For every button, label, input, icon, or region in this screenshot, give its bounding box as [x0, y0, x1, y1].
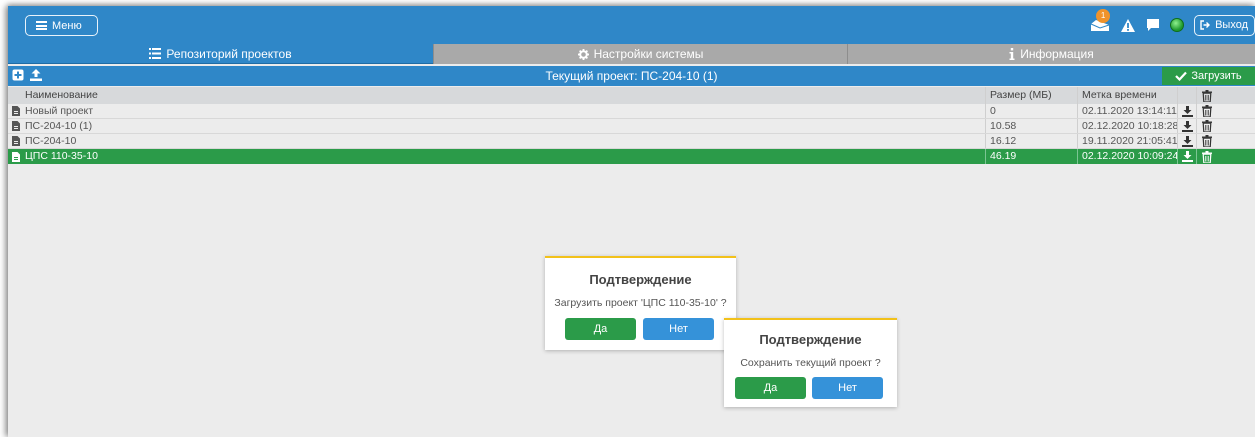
tab-bar: Репозиторий проектов Настройки системы И… — [8, 44, 1255, 64]
table-header: Наименование Размер (МБ) Метка времени — [8, 87, 1255, 104]
logout-button[interactable]: Выход — [1194, 14, 1255, 36]
logout-label: Выход — [1215, 19, 1248, 31]
table-row-selected[interactable]: ЦПС 110-35-10 46.19 02.12.2020 10:09:24.… — [8, 149, 1255, 164]
load-button[interactable]: Загрузить — [1162, 67, 1255, 85]
warning-button[interactable] — [1120, 18, 1136, 33]
confirm-no-button[interactable]: Нет — [643, 318, 714, 340]
warning-icon — [1121, 18, 1136, 32]
download-icon — [1181, 151, 1193, 162]
download-icon — [1181, 135, 1193, 147]
gear-icon — [577, 48, 589, 60]
notification-badge: 1 — [1096, 9, 1111, 23]
hamburger-icon — [36, 21, 47, 30]
chat-icon — [1147, 19, 1160, 31]
menu-button[interactable]: Меню — [25, 15, 98, 36]
list-icon — [149, 48, 162, 59]
project-size: 0 — [986, 104, 1078, 118]
trash-icon — [1201, 89, 1212, 102]
tab-settings[interactable]: Настройки системы — [433, 44, 847, 64]
project-name: Новый проект — [24, 104, 986, 118]
tab-repository[interactable]: Репозиторий проектов — [8, 44, 433, 64]
delete-all-button[interactable] — [1197, 87, 1216, 104]
dialog-title: Подтверждение — [759, 332, 862, 347]
info-icon — [1009, 48, 1015, 60]
status-indicator — [1170, 18, 1185, 32]
file-icon — [8, 149, 24, 164]
download-icon — [1181, 105, 1193, 117]
project-header: Текущий проект: ПС-204-10 (1) Загрузить — [8, 66, 1255, 86]
project-timestamp: 02.12.2020 10:18:28.563 — [1078, 119, 1178, 133]
column-name-header[interactable]: Наименование — [24, 87, 986, 104]
project-timestamp: 19.11.2020 21:05:41.759 — [1078, 134, 1178, 148]
delete-button[interactable] — [1197, 104, 1216, 118]
notification-button[interactable]: 1 — [1090, 9, 1111, 33]
project-name: ПС-204-10 — [24, 134, 986, 148]
confirm-yes-button[interactable]: Да — [565, 318, 636, 340]
project-size: 16.12 — [986, 134, 1078, 148]
delete-button[interactable] — [1197, 119, 1216, 133]
top-bar: Меню 1 Выход — [8, 6, 1255, 44]
table-row[interactable]: ПС-204-10 (1) 10.58 02.12.2020 10:18:28.… — [8, 119, 1255, 134]
project-size: 46.19 — [986, 149, 1078, 164]
project-size: 10.58 — [986, 119, 1078, 133]
delete-button[interactable] — [1197, 134, 1216, 148]
menu-button-label: Меню — [52, 19, 82, 32]
file-icon — [8, 104, 24, 118]
top-icons: 1 Выход — [1090, 6, 1255, 44]
file-icon — [8, 134, 24, 148]
download-icon — [1181, 120, 1193, 132]
tab-info[interactable]: Информация — [847, 44, 1255, 64]
column-time-header[interactable]: Метка времени — [1078, 87, 1178, 104]
save-yes-button[interactable]: Да — [735, 377, 806, 399]
current-project-title: Текущий проект: ПС-204-10 (1) — [545, 69, 718, 83]
projects-table: Наименование Размер (МБ) Метка времени Н… — [8, 87, 1255, 164]
trash-icon — [1201, 135, 1212, 147]
confirm-save-dialog: Подтверждение Сохранить текущий проект ?… — [724, 318, 897, 407]
table-row[interactable]: Новый проект 0 02.11.2020 13:14:11.925 — [8, 104, 1255, 119]
file-icon — [8, 119, 24, 133]
app-window: Меню 1 Выход Репозиторий проектов Настро… — [8, 6, 1255, 437]
tab-info-label: Информация — [1020, 47, 1094, 61]
download-button[interactable] — [1178, 104, 1197, 118]
table-row[interactable]: ПС-204-10 16.12 19.11.2020 21:05:41.759 — [8, 134, 1255, 149]
confirm-load-dialog: Подтверждение Загрузить проект 'ЦПС 110-… — [545, 256, 736, 350]
save-no-button[interactable]: Нет — [812, 377, 883, 399]
dialog-message: Загрузить проект 'ЦПС 110-35-10' ? — [554, 297, 727, 309]
project-name: ЦПС 110-35-10 — [24, 149, 986, 164]
dialog-title: Подтверждение — [589, 272, 692, 287]
tab-repository-label: Репозиторий проектов — [166, 46, 292, 61]
trash-icon — [1201, 150, 1212, 163]
status-dot-icon — [1170, 18, 1185, 32]
trash-icon — [1201, 105, 1212, 117]
project-timestamp: 02.11.2020 13:14:11.925 — [1078, 104, 1178, 118]
delete-button[interactable] — [1197, 149, 1216, 164]
check-icon — [1175, 71, 1188, 81]
column-size-header[interactable]: Размер (МБ) — [986, 87, 1078, 104]
dialog-message: Сохранить текущий проект ? — [740, 357, 881, 369]
download-button[interactable] — [1178, 134, 1197, 148]
download-button[interactable] — [1178, 149, 1197, 164]
logout-icon — [1200, 20, 1211, 30]
tab-settings-label: Настройки системы — [593, 47, 704, 61]
project-name: ПС-204-10 (1) — [24, 119, 986, 133]
download-button[interactable] — [1178, 119, 1197, 133]
load-button-label: Загрузить — [1191, 70, 1242, 82]
trash-icon — [1201, 120, 1212, 132]
project-timestamp: 02.12.2020 10:09:24.146 — [1078, 149, 1178, 164]
chat-button[interactable] — [1146, 18, 1160, 32]
